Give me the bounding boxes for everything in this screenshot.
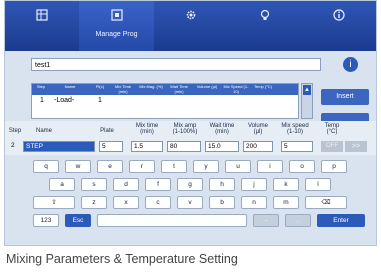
- insert-button[interactable]: Insert: [321, 89, 369, 105]
- space-key[interactable]: [97, 214, 247, 227]
- key-h[interactable]: h: [209, 178, 235, 191]
- col-mix-mag: Mix Mag. (%): [139, 84, 163, 89]
- dash-key[interactable]: -: [253, 214, 279, 227]
- col-wait-time: Wait Time (min): [170, 84, 188, 94]
- label-volume: Volume (µl): [247, 123, 268, 135]
- label-temp: Temp (°C): [324, 123, 340, 135]
- label-mix-amp: Mix amp (1-100%): [172, 123, 198, 135]
- col-plate: Pl(x): [95, 84, 105, 89]
- row-name: -Load-: [54, 97, 75, 104]
- label-plate: Plate: [100, 128, 114, 134]
- key-t[interactable]: t: [161, 160, 187, 173]
- gear-icon: [186, 10, 196, 20]
- shift-key[interactable]: ⇧: [33, 196, 75, 209]
- numeric-key[interactable]: 123: [33, 214, 59, 227]
- col-name: Name: [64, 84, 76, 89]
- dot-key[interactable]: .: [285, 214, 311, 227]
- nav-light[interactable]: [228, 1, 302, 51]
- col-mix-time: Mix Time (min): [115, 84, 131, 94]
- info-button[interactable]: i: [343, 57, 358, 72]
- key-k[interactable]: k: [273, 178, 299, 191]
- key-m[interactable]: m: [273, 196, 299, 209]
- col-mix-speed: Mix Speed (1-10): [223, 84, 249, 94]
- mix-time-input[interactable]: 1.5: [131, 141, 163, 152]
- temp-toggle[interactable]: OFF: [321, 141, 343, 152]
- plate-input[interactable]: 5: [99, 141, 123, 152]
- label-mix-time: Mix time (min): [135, 123, 159, 135]
- key-o[interactable]: o: [289, 160, 315, 173]
- key-n[interactable]: n: [241, 196, 267, 209]
- nav-home[interactable]: [5, 1, 79, 51]
- key-d[interactable]: d: [113, 178, 139, 191]
- key-q[interactable]: q: [33, 160, 59, 173]
- key-l[interactable]: l: [305, 178, 331, 191]
- mix-speed-input[interactable]: 5: [281, 141, 313, 152]
- key-e[interactable]: e: [97, 160, 123, 173]
- key-c[interactable]: c: [145, 196, 171, 209]
- nav-info[interactable]: [302, 1, 376, 51]
- key-p[interactable]: p: [321, 160, 347, 173]
- key-z[interactable]: z: [81, 196, 107, 209]
- scroll-up-icon[interactable]: ▲: [303, 85, 311, 95]
- top-navigation: Manage Prog: [5, 1, 376, 51]
- program-name-field[interactable]: test1: [31, 58, 321, 71]
- step-table-header: Step Name Pl(x) Mix Time (min) Mix Mag. …: [32, 84, 298, 95]
- grid-icon: [36, 9, 48, 21]
- key-g[interactable]: g: [177, 178, 203, 191]
- volume-input[interactable]: 200: [243, 141, 273, 152]
- info-icon: [333, 9, 345, 21]
- col-temp: Temp (°C): [253, 84, 273, 89]
- table-row[interactable]: 1 -Load- 1: [32, 97, 298, 108]
- label-step: Step: [8, 128, 22, 134]
- key-v[interactable]: v: [177, 196, 203, 209]
- table-scrollbar[interactable]: ▲: [301, 83, 313, 119]
- mix-amp-input[interactable]: 80: [167, 141, 201, 152]
- nav-settings[interactable]: [154, 1, 228, 51]
- program-icon: [110, 9, 123, 21]
- step-table: Step Name Pl(x) Mix Time (min) Mix Mag. …: [31, 83, 299, 119]
- key-a[interactable]: a: [49, 178, 75, 191]
- wait-time-input[interactable]: 15.0: [205, 141, 239, 152]
- label-name: Name: [35, 128, 52, 134]
- key-w[interactable]: w: [65, 160, 91, 173]
- key-u[interactable]: u: [225, 160, 251, 173]
- image-caption: Mixing Parameters & Temperature Setting: [6, 252, 238, 266]
- col-step: Step: [36, 84, 46, 89]
- key-j[interactable]: j: [241, 178, 267, 191]
- backspace-key[interactable]: ⌫: [305, 196, 347, 209]
- next-button[interactable]: >>: [345, 141, 367, 152]
- esc-key[interactable]: Esc: [65, 214, 91, 227]
- nav-manage-prog[interactable]: Manage Prog: [79, 1, 154, 51]
- device-screen: Manage Prog test1 i Step Name Pl(x) Mix …: [4, 0, 377, 246]
- label-wait-time: Wait time (min): [209, 123, 235, 135]
- key-x[interactable]: x: [113, 196, 139, 209]
- key-s[interactable]: s: [81, 178, 107, 191]
- nav-label: Manage Prog: [95, 31, 138, 38]
- col-volume: Volume (µl): [196, 84, 218, 89]
- key-r[interactable]: r: [129, 160, 155, 173]
- step-value: 2: [11, 142, 15, 149]
- name-input[interactable]: STEP: [23, 141, 95, 152]
- bulb-icon: [260, 9, 270, 20]
- key-b[interactable]: b: [209, 196, 235, 209]
- row-step: 1: [40, 97, 44, 104]
- label-mix-speed: Mix speed (1-10): [281, 123, 309, 135]
- key-i[interactable]: i: [257, 160, 283, 173]
- row-plate: 1: [98, 97, 102, 104]
- enter-key[interactable]: Enter: [317, 214, 365, 227]
- key-y[interactable]: y: [193, 160, 219, 173]
- key-f[interactable]: f: [145, 178, 171, 191]
